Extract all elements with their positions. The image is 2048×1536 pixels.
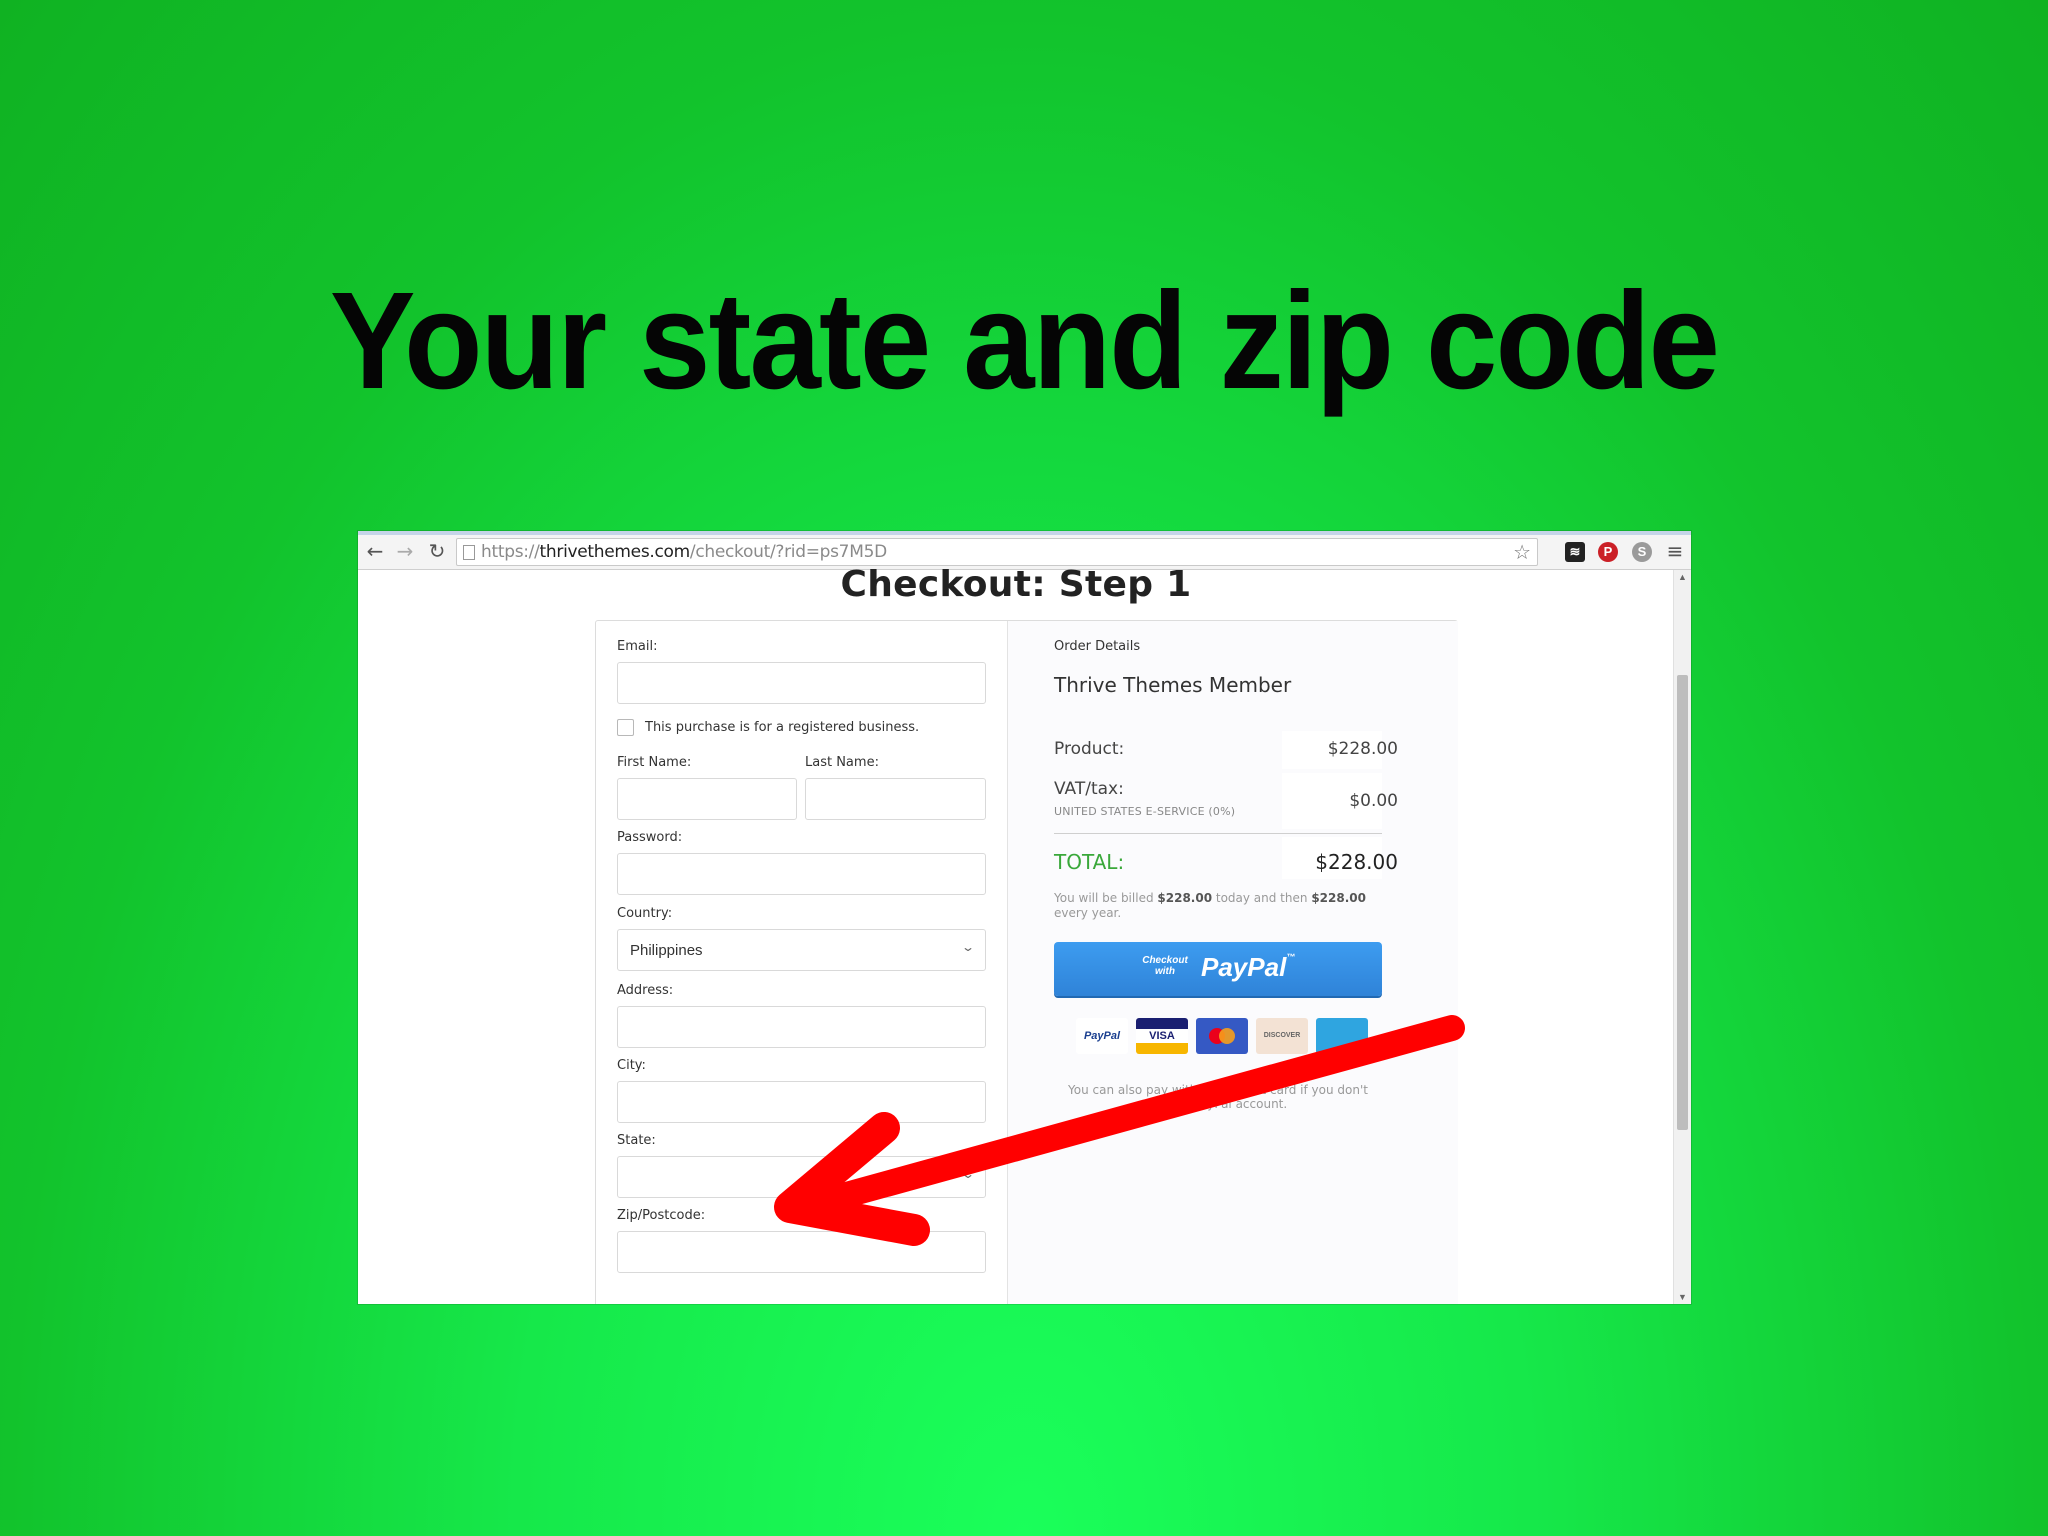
- zip-label: Zip/Postcode:: [617, 1208, 706, 1223]
- city-field[interactable]: [617, 1081, 986, 1123]
- scrollbar-thumb[interactable]: [1677, 675, 1688, 1130]
- visa-card-icon: VISA: [1136, 1018, 1188, 1054]
- paypal-checkout-small-text: Checkout with: [1142, 955, 1188, 977]
- address-bar[interactable]: https://thrivethemes.com/checkout/?rid=p…: [456, 538, 1538, 566]
- business-checkbox-label: This purchase is for a registered busine…: [645, 720, 920, 735]
- email-label: Email:: [617, 639, 658, 654]
- reload-button[interactable]: ↻: [426, 540, 448, 562]
- total-divider: [1054, 833, 1382, 834]
- paypal-logo-text: PayPal™: [1201, 952, 1296, 982]
- checkout-card: Email: This purchase is for a registered…: [595, 620, 1458, 1304]
- amex-card-icon: [1316, 1018, 1368, 1054]
- city-label: City:: [617, 1058, 646, 1073]
- order-details-heading: Order Details: [1054, 639, 1141, 654]
- address-field[interactable]: [617, 1006, 986, 1048]
- state-select[interactable]: ⌄: [617, 1156, 986, 1198]
- url-text: https://thrivethemes.com/checkout/?rid=p…: [481, 542, 887, 562]
- back-button[interactable]: ←: [364, 540, 386, 562]
- pinterest-extension-icon[interactable]: P: [1598, 542, 1618, 562]
- total-value: $228.00: [1315, 850, 1398, 874]
- bookmark-star-icon[interactable]: ☆: [1513, 539, 1531, 565]
- product-value: $228.00: [1327, 739, 1398, 759]
- country-value: Philippines: [630, 942, 703, 959]
- chevron-down-icon: ⌄: [960, 940, 976, 954]
- vat-label: VAT/tax:: [1054, 779, 1124, 799]
- last-name-label: Last Name:: [805, 755, 879, 770]
- country-label: Country:: [617, 906, 673, 921]
- state-label: State:: [617, 1133, 656, 1148]
- password-field[interactable]: [617, 853, 986, 895]
- billing-note: You will be billed $228.00 today and the…: [1054, 891, 1366, 920]
- page-scrollbar[interactable]: ▲ ▼: [1673, 570, 1691, 1304]
- chrome-menu-icon[interactable]: ≡: [1664, 540, 1686, 562]
- paypal-card-icon: PayPal: [1076, 1018, 1128, 1054]
- chevron-down-icon: ⌄: [960, 1167, 976, 1181]
- discover-card-icon: DISCOVER: [1256, 1018, 1308, 1054]
- last-name-field[interactable]: [805, 778, 986, 820]
- page-content: Checkout: Step 1 Email: This purchase is…: [358, 564, 1674, 1304]
- skype-extension-icon[interactable]: S: [1632, 542, 1652, 562]
- business-checkbox[interactable]: [617, 719, 634, 736]
- page-icon: [463, 545, 475, 560]
- scroll-up-arrow-icon[interactable]: ▲: [1674, 570, 1691, 584]
- product-name: Thrive Themes Member: [1054, 673, 1292, 697]
- order-details: Order Details Thrive Themes Member Produ…: [1007, 621, 1458, 1304]
- scroll-down-arrow-icon[interactable]: ▼: [1674, 1290, 1691, 1304]
- address-label: Address:: [617, 983, 674, 998]
- password-label: Password:: [617, 830, 683, 845]
- buffer-extension-icon[interactable]: ≋: [1565, 542, 1585, 562]
- total-label: TOTAL:: [1054, 850, 1125, 874]
- page-title: Checkout: Step 1: [840, 564, 1192, 605]
- headline: Your state and zip code: [329, 264, 1720, 418]
- zip-field[interactable]: [617, 1231, 986, 1273]
- browser-window: ← → ↻ https://thrivethemes.com/checkout/…: [358, 531, 1691, 1304]
- mastercard-card-icon: [1196, 1018, 1248, 1054]
- country-select[interactable]: Philippines ⌄: [617, 929, 986, 971]
- vat-value: $0.00: [1349, 791, 1398, 811]
- forward-button[interactable]: →: [394, 540, 416, 562]
- first-name-field[interactable]: [617, 778, 797, 820]
- product-label: Product:: [1054, 739, 1125, 759]
- paypal-checkout-button[interactable]: Checkout with PayPal™: [1054, 942, 1382, 996]
- email-field[interactable]: [617, 662, 986, 704]
- vat-sublabel: UNITED STATES E-SERVICE (0%): [1054, 805, 1236, 818]
- checkout-form: Email: This purchase is for a registered…: [596, 621, 1007, 1304]
- first-name-label: First Name:: [617, 755, 692, 770]
- credit-card-note: You can also pay with your credit card i…: [1068, 1083, 1368, 1111]
